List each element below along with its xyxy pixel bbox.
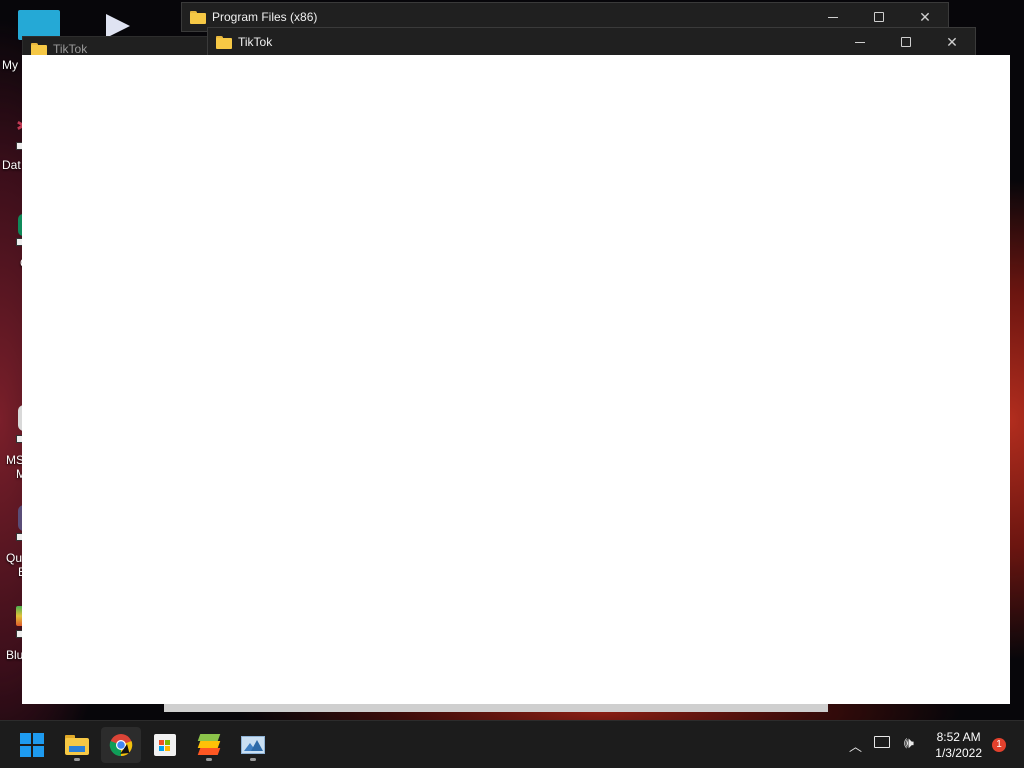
speaker-icon: 🕪	[903, 735, 914, 752]
window-title: TikTok	[238, 35, 273, 49]
app-shortcut-icon[interactable]	[106, 14, 130, 38]
horizontal-scrollbar[interactable]	[164, 704, 828, 712]
volume-button[interactable]: 🕪	[904, 735, 914, 753]
folder-icon	[31, 42, 47, 56]
windows-start-icon	[20, 733, 44, 757]
image-app-icon	[241, 736, 265, 754]
start-button[interactable]	[12, 727, 52, 763]
minimize-icon	[828, 16, 838, 18]
maximize-button[interactable]	[883, 28, 929, 56]
close-button[interactable]: ✕	[929, 28, 975, 56]
window-content-blank[interactable]	[22, 55, 1010, 704]
running-indicator	[250, 758, 256, 761]
window-controls: ✕	[837, 28, 975, 56]
desktop-icon-label: Dat	[2, 158, 21, 172]
taskbar-file-explorer[interactable]	[57, 727, 97, 763]
folder-icon	[190, 10, 206, 24]
maximize-icon	[901, 37, 911, 47]
taskbar-bluestacks[interactable]	[189, 727, 229, 763]
notification-badge[interactable]: 1	[992, 738, 1006, 752]
network-icon	[874, 736, 890, 748]
file-explorer-icon	[65, 735, 89, 755]
close-icon: ✕	[946, 33, 958, 50]
window-title: TikTok	[53, 42, 88, 56]
desktop-icon-label: Blu	[6, 648, 24, 662]
taskbar: ︿ 🕪 8:52 AM 1/3/2022 1	[0, 720, 1024, 768]
taskbar-store[interactable]	[145, 727, 185, 763]
window-tiktok[interactable]: TikTok ✕	[207, 27, 976, 57]
clock[interactable]: 8:52 AM 1/3/2022	[935, 729, 982, 761]
clock-date: 1/3/2022	[935, 746, 982, 760]
chevron-up-icon: ︿	[848, 739, 862, 754]
bluestacks-icon	[197, 734, 221, 756]
minimize-button[interactable]	[837, 28, 883, 56]
running-indicator	[206, 758, 212, 761]
minimize-icon	[855, 41, 865, 43]
taskbar-image-app[interactable]	[233, 727, 273, 763]
folder-icon	[216, 35, 232, 49]
close-icon: ✕	[919, 8, 931, 25]
network-button[interactable]	[874, 735, 890, 753]
running-indicator	[74, 758, 80, 761]
window-title: Program Files (x86)	[212, 10, 318, 24]
store-icon	[154, 734, 176, 756]
desktop-icon-label: Qu	[6, 551, 23, 565]
show-hidden-icons-button[interactable]: ︿	[849, 736, 862, 755]
clock-time: 8:52 AM	[936, 730, 981, 744]
maximize-icon	[874, 12, 884, 22]
system-tray: ︿ 🕪 8:52 AM 1/3/2022 1	[824, 721, 1024, 768]
taskbar-chrome[interactable]	[101, 727, 141, 763]
